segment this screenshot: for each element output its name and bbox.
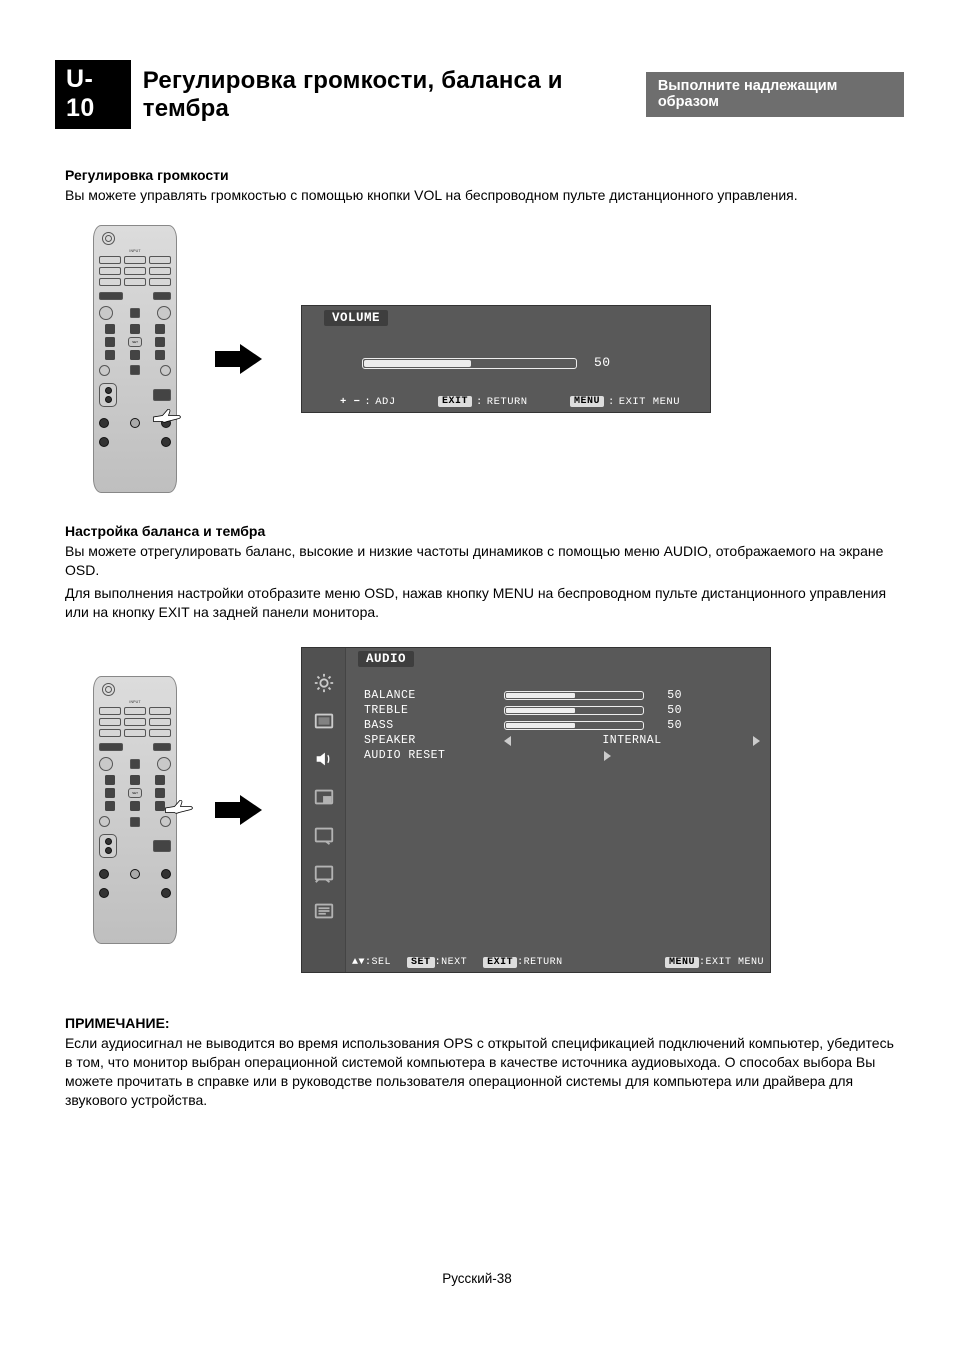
hint-return: RETURN bbox=[487, 396, 528, 408]
osd-audio-main: AUDIO BALANCE 50 TREBLE 50 BASS 50 SPEAKER INTE… bbox=[346, 648, 770, 972]
osd-title: AUDIO bbox=[358, 651, 414, 667]
section-paragraph: Вы можете отрегулировать баланс, высокие… bbox=[65, 542, 904, 580]
pip-icon[interactable] bbox=[313, 786, 335, 808]
header-note-badge: Выполните надлежащим образом bbox=[646, 72, 904, 117]
hint-sel: SEL bbox=[372, 957, 392, 968]
volume-slider[interactable] bbox=[362, 358, 577, 370]
section-paragraph: Для выполнения настройки отобразите меню… bbox=[65, 584, 904, 622]
audio-row[interactable]: BASS 50 bbox=[364, 718, 760, 733]
hint-exit-key: MENU bbox=[570, 396, 604, 407]
hint-return-key: EXIT bbox=[438, 396, 472, 407]
config2-icon[interactable] bbox=[313, 862, 335, 884]
section-heading: Настройка баланса и тембра bbox=[65, 523, 904, 539]
audio-row[interactable]: AUDIO RESET bbox=[364, 748, 760, 763]
config1-icon[interactable] bbox=[313, 824, 335, 846]
power-button-icon bbox=[102, 232, 115, 245]
note-section: ПРИМЕЧАНИЕ: Если аудиосигнал не выводитс… bbox=[55, 1015, 904, 1110]
page: U-10 Регулировка громкости, баланса и те… bbox=[0, 0, 954, 1350]
hint-adj-key: + − bbox=[340, 396, 360, 408]
remote-control-illustration: INPUT SET bbox=[93, 225, 177, 493]
audio-row-label: BALANCE bbox=[364, 689, 494, 702]
section-paragraph: Вы можете управлять громкостью с помощью… bbox=[65, 186, 904, 205]
hint-next-key: SET bbox=[407, 957, 435, 968]
note-text: Если аудиосигнал не выводится во время и… bbox=[65, 1034, 904, 1110]
section-volume: Регулировка громкости Вы можете управлят… bbox=[55, 167, 904, 493]
hint-exit-key: MENU bbox=[665, 957, 699, 968]
section-balance: Настройка баланса и тембра Вы можете отр… bbox=[55, 523, 904, 974]
audio-row[interactable]: BALANCE 50 bbox=[364, 688, 760, 703]
arrow-right-icon bbox=[215, 795, 263, 825]
page-footer: Русский-38 bbox=[0, 1271, 954, 1286]
audio-row-label: TREBLE bbox=[364, 704, 494, 717]
arrow-right-icon bbox=[215, 344, 263, 374]
audio-row-label: SPEAKER bbox=[364, 734, 494, 747]
triangle-right-icon[interactable] bbox=[604, 751, 611, 761]
figure-audio: INPUT SET bbox=[93, 647, 904, 973]
audio-row[interactable]: TREBLE 50 bbox=[364, 703, 760, 718]
osd-audio-panel: AUDIO BALANCE 50 TREBLE 50 BASS 50 SPEAKER INTE… bbox=[301, 647, 771, 973]
advanced-icon[interactable] bbox=[313, 900, 335, 922]
audio-value: 50 bbox=[654, 689, 682, 702]
audio-icon[interactable] bbox=[313, 748, 335, 770]
osd-volume-panel: VOLUME 50 + −:ADJ EXIT:RETURN MENU:EXIT … bbox=[301, 305, 711, 413]
audio-slider[interactable] bbox=[504, 706, 644, 715]
remote-control-illustration: INPUT SET bbox=[93, 676, 177, 944]
audio-slider[interactable] bbox=[504, 691, 644, 700]
pointing-hand-icon bbox=[164, 799, 194, 817]
hint-exit: EXIT MENU bbox=[705, 957, 764, 968]
audio-value: 50 bbox=[654, 704, 682, 717]
volume-value: 50 bbox=[594, 355, 611, 370]
hint-sel-key: ▲▼ bbox=[352, 957, 365, 968]
hint-next: NEXT bbox=[441, 957, 467, 968]
page-title: Регулировка громкости, баланса и тембра bbox=[143, 60, 634, 129]
screen-icon[interactable] bbox=[313, 710, 335, 732]
audio-option: INTERNAL bbox=[521, 734, 743, 747]
hint-return: RETURN bbox=[524, 957, 563, 968]
hint-exit: EXIT MENU bbox=[619, 396, 680, 408]
volume-fill bbox=[364, 360, 471, 367]
audio-slider-fill bbox=[506, 723, 575, 728]
power-button-icon bbox=[102, 683, 115, 696]
section-heading: Регулировка громкости bbox=[65, 167, 904, 183]
osd-hints: ▲▼:SEL SET:NEXT EXIT:RETURN MENU:EXIT ME… bbox=[352, 957, 764, 968]
osd-hints: + −:ADJ EXIT:RETURN MENU:EXIT MENU bbox=[302, 396, 710, 408]
audio-slider-fill bbox=[506, 693, 575, 698]
osd-title: VOLUME bbox=[324, 310, 388, 326]
figure-volume: INPUT SET bbox=[93, 225, 904, 493]
audio-slider[interactable] bbox=[504, 721, 644, 730]
audio-row-label: AUDIO RESET bbox=[364, 749, 494, 762]
remote-label: INPUT bbox=[99, 249, 171, 253]
audio-row-label: BASS bbox=[364, 719, 494, 732]
brightness-icon[interactable] bbox=[313, 672, 335, 694]
note-heading: ПРИМЕЧАНИЕ: bbox=[65, 1015, 904, 1031]
section-number-badge: U-10 bbox=[55, 60, 131, 129]
audio-row[interactable]: SPEAKER INTERNAL bbox=[364, 733, 760, 748]
audio-rows: BALANCE 50 TREBLE 50 BASS 50 SPEAKER INTERNAL AU… bbox=[364, 688, 760, 763]
triangle-left-icon[interactable] bbox=[504, 736, 511, 746]
audio-value: 50 bbox=[654, 719, 682, 732]
pointing-hand-icon bbox=[152, 408, 182, 426]
audio-slider-fill bbox=[506, 708, 575, 713]
page-header: U-10 Регулировка громкости, баланса и те… bbox=[55, 60, 904, 129]
hint-return-key: EXIT bbox=[483, 957, 517, 968]
osd-side-icons bbox=[302, 648, 346, 972]
hint-adj: ADJ bbox=[375, 396, 395, 408]
triangle-right-icon[interactable] bbox=[753, 736, 760, 746]
remote-label: INPUT bbox=[99, 700, 171, 704]
